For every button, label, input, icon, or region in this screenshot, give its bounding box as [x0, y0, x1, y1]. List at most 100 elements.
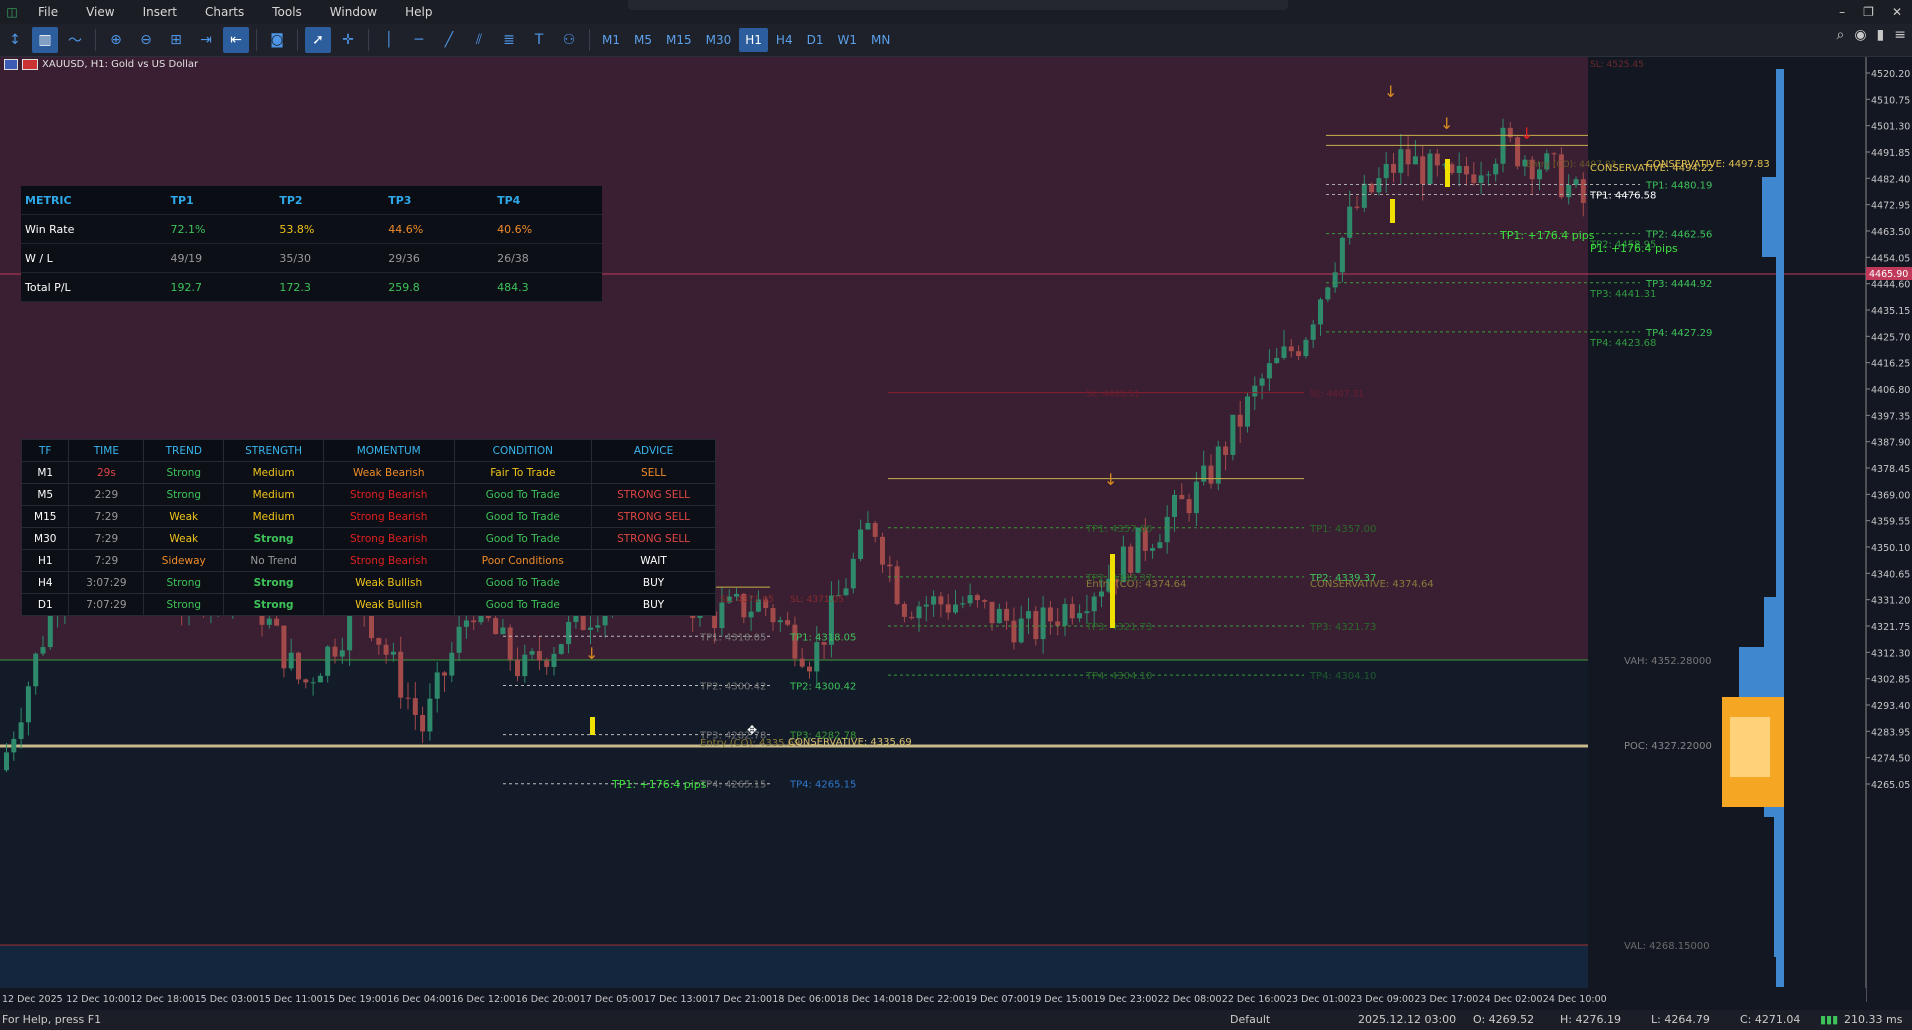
candle-body: [909, 616, 915, 619]
candle-body: [463, 620, 469, 627]
timeframe-d1[interactable]: D1: [801, 28, 830, 52]
trend-line-icon[interactable]: ╱: [436, 27, 462, 53]
new-order-icon[interactable]: ↕: [2, 27, 28, 53]
menu-icon[interactable]: ≡: [1894, 27, 1906, 43]
close-icon[interactable]: ✕: [1892, 0, 1902, 24]
signal-cell: Strong Bearish: [322, 483, 455, 506]
crosshair-icon[interactable]: ✛: [335, 27, 361, 53]
candle-body: [770, 608, 776, 623]
timeframe-m30[interactable]: M30: [700, 28, 738, 52]
timeframe-m1[interactable]: M1: [596, 28, 626, 52]
menu-help[interactable]: Help: [391, 0, 446, 24]
window-title-bar: [628, 0, 1288, 10]
horizontal-line-icon[interactable]: ─: [406, 27, 432, 53]
menu-insert[interactable]: Insert: [129, 0, 191, 24]
price-tick-label: 4293.40: [1871, 701, 1910, 712]
restore-icon[interactable]: ❐: [1863, 0, 1874, 24]
candle-body: [1281, 346, 1287, 358]
candle-body: [442, 672, 447, 676]
symbol-label: XAUUSD, H1: Gold vs US Dollar: [4, 59, 198, 70]
price-tick-label: 4491.85: [1871, 148, 1910, 159]
cursor-icon[interactable]: ➚: [305, 27, 331, 53]
candle-body: [383, 644, 389, 655]
search-icon[interactable]: ⌕: [1836, 27, 1844, 43]
candle-body: [1478, 175, 1484, 184]
timeframe-w1[interactable]: W1: [831, 28, 863, 52]
candle-body: [858, 529, 864, 559]
screenshot-icon[interactable]: ◙: [264, 27, 290, 53]
signal-cell: WAIT: [591, 549, 716, 572]
vertical-line-icon[interactable]: │: [376, 27, 402, 53]
line-chart-icon[interactable]: 〜: [62, 27, 88, 53]
tp-label-mid-dim: TP1: 4357.00: [1085, 524, 1152, 535]
candle-body: [982, 600, 988, 602]
candle-body: [777, 620, 783, 623]
candle-body: [799, 658, 805, 667]
zoom-in-icon[interactable]: ⊕: [103, 27, 129, 53]
time-tick-label: 19 Dec 07:00: [965, 994, 1029, 1005]
timeframe-h4[interactable]: H4: [770, 28, 799, 52]
timeframe-m5[interactable]: M5: [628, 28, 658, 52]
channel-icon[interactable]: ⫽: [466, 27, 492, 53]
tp-label-left-dim: TP1: 4318.05: [699, 632, 766, 643]
candle-body: [719, 602, 725, 629]
zoom-out-icon[interactable]: ⊖: [133, 27, 159, 53]
signal-icon[interactable]: ▮: [1877, 27, 1885, 43]
val-label: VAL: 4268.15000: [1624, 941, 1710, 952]
candle-body: [996, 608, 1002, 624]
candle-body: [989, 601, 995, 624]
minimize-icon[interactable]: –: [1839, 0, 1845, 24]
candle-body: [1252, 385, 1258, 397]
price-chart[interactable]: 4520.20 4510.75 4501.30 4491.85 4482.40 4472.…: [0, 57, 1912, 1010]
menu-window[interactable]: Window: [316, 0, 391, 24]
signal-candle-right-a: [1390, 199, 1395, 223]
account-icon[interactable]: ◉: [1854, 27, 1866, 43]
menu-charts[interactable]: Charts: [191, 0, 258, 24]
candle-body: [887, 564, 893, 567]
candle-body: [434, 672, 440, 699]
signal-cell: Strong: [143, 483, 225, 506]
price-tick-label: 4454.05: [1871, 253, 1910, 264]
candle-body: [872, 523, 878, 537]
candle-body: [522, 654, 528, 677]
chart-shift-icon[interactable]: ⇤: [223, 27, 249, 53]
signal-candle-mid: [1110, 554, 1115, 628]
candle-body: [865, 523, 871, 530]
price-tick-label: 4416.25: [1871, 359, 1910, 370]
candle-body: [1084, 611, 1090, 614]
signal-cell: Good To Trade: [453, 593, 593, 616]
poc-label: POC: 4327.22000: [1624, 741, 1712, 752]
menu-tools[interactable]: Tools: [258, 0, 316, 24]
toolbar-divider: [256, 29, 257, 51]
signal-cell: 7:29: [68, 549, 145, 572]
auto-scroll-icon[interactable]: ⇥: [193, 27, 219, 53]
tp-label-left: TP1: 4318.05: [789, 632, 856, 643]
pips-label-left: TP1: +176.4 pips: [611, 778, 707, 791]
candle-body: [1318, 299, 1323, 325]
toolbar-divider: [95, 29, 96, 51]
menu-view[interactable]: View: [72, 0, 128, 24]
text-icon[interactable]: T: [526, 27, 552, 53]
table-row: M15 7:29 Weak Medium Strong Bearish Good To T…: [20, 505, 716, 528]
candle-body: [1310, 324, 1316, 340]
timeframe-mn[interactable]: MN: [865, 28, 896, 52]
candle-body: [493, 618, 499, 635]
shapes-icon[interactable]: ⚇: [556, 27, 582, 53]
fibonacci-icon[interactable]: ≣: [496, 27, 522, 53]
metric-cell: 72.1%: [166, 214, 276, 244]
candle-body: [398, 651, 404, 698]
candlestick-chart-icon[interactable]: ▥: [32, 27, 58, 53]
timeframe-h1[interactable]: H1: [739, 28, 768, 52]
table-row: H1 7:29 Sideway No Trend Strong Bearish Poor …: [20, 549, 716, 572]
metric-cell: 44.6%: [384, 214, 494, 244]
grid-icon[interactable]: ⊞: [163, 27, 189, 53]
price-tick-label: 4406.80: [1871, 385, 1910, 396]
timeframe-m15[interactable]: M15: [660, 28, 698, 52]
candle-body: [901, 603, 907, 617]
candle-body: [1091, 596, 1097, 612]
signal-cell: 7:29: [68, 505, 145, 528]
price-tick-label: 4302.85: [1871, 675, 1910, 686]
menu-file[interactable]: File: [24, 0, 72, 24]
toolbar-divider: [589, 29, 590, 51]
candle-body: [515, 659, 520, 677]
